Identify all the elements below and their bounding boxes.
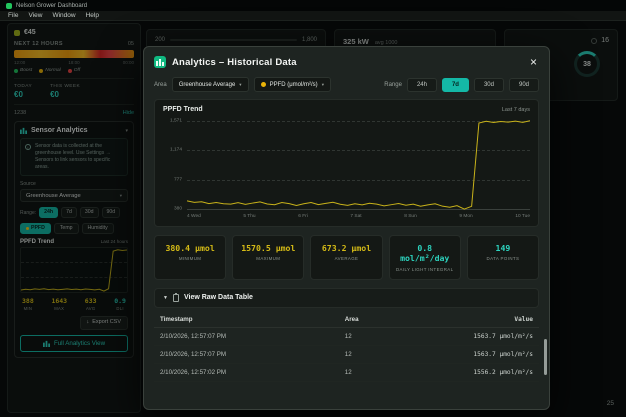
cell-timestamp: 2/10/2026, 12:57:02 PM bbox=[154, 363, 339, 382]
ppfd-line-series bbox=[187, 117, 530, 211]
y-tick: 1,571 bbox=[169, 118, 182, 124]
table-header-row: Timestamp Area Value bbox=[154, 310, 539, 328]
col-area: Area bbox=[338, 310, 436, 328]
chart-title: PPFD Trend bbox=[163, 106, 203, 113]
table-row: 2/10/2026, 12:57:07 PM 12 1563.7 μmol/m²… bbox=[154, 345, 539, 364]
range-30d-button[interactable]: 30d bbox=[473, 77, 504, 92]
range-label: Range bbox=[384, 81, 402, 88]
stat-maximum: 1570.5 μmol MAXIMUM bbox=[232, 235, 305, 280]
menu-window[interactable]: Window bbox=[52, 12, 75, 19]
area-label: Area bbox=[154, 81, 167, 88]
menu-file[interactable]: File bbox=[8, 12, 18, 19]
menu-view[interactable]: View bbox=[28, 12, 42, 19]
raw-data-toggle[interactable]: ▼ View Raw Data Table bbox=[154, 287, 539, 308]
cell-timestamp: 2/10/2026, 12:57:07 PM bbox=[154, 345, 339, 364]
chart-plot bbox=[187, 117, 530, 211]
range-24h-button[interactable]: 24h bbox=[406, 77, 437, 92]
y-tick: 777 bbox=[173, 177, 182, 183]
y-tick: 1,174 bbox=[169, 147, 182, 153]
ppfd-color-icon bbox=[260, 82, 266, 87]
x-tick: 10 Tue bbox=[515, 214, 530, 219]
x-axis-labels: 4 Wed 5 Thu 6 Fri 7 Sat 8 Sun 9 Mon 10 T… bbox=[187, 211, 530, 222]
table-row: 2/10/2026, 12:57:07 PM 12 1563.7 μmol/m²… bbox=[154, 327, 539, 346]
cell-area: 12 bbox=[338, 327, 436, 346]
area-select[interactable]: Greenhouse Average ▾ bbox=[171, 77, 249, 92]
stat-value: 673.2 μmol bbox=[321, 243, 372, 253]
range-90d-button[interactable]: 90d bbox=[508, 77, 539, 92]
col-timestamp: Timestamp bbox=[154, 310, 339, 328]
raw-data-title: View Raw Data Table bbox=[183, 294, 253, 302]
x-tick: 7 Sat bbox=[350, 214, 362, 219]
app-window: Nelson Grower Dashboard File View Window… bbox=[0, 0, 626, 417]
modal-title: Analytics – Historical Data bbox=[172, 56, 297, 68]
x-tick: 5 Thu bbox=[243, 214, 256, 219]
app-logo-icon bbox=[6, 2, 12, 9]
menu-help[interactable]: Help bbox=[86, 12, 99, 19]
metric-select-value: PPFD (μmol/m²/s) bbox=[269, 81, 318, 88]
x-tick: 6 Fri bbox=[298, 214, 308, 219]
modal-header: Analytics – Historical Data × bbox=[144, 47, 549, 75]
cell-area: 12 bbox=[338, 363, 436, 382]
cell-timestamp: 2/10/2026, 12:57:07 PM bbox=[154, 327, 339, 346]
stat-label: AVERAGE bbox=[334, 256, 359, 262]
y-axis-labels: 1,571 1,174 777 380 bbox=[163, 117, 187, 211]
stat-label: DATA POINTS bbox=[486, 256, 520, 262]
stat-label: MAXIMUM bbox=[256, 256, 281, 262]
x-tick: 4 Wed bbox=[187, 214, 201, 219]
chart-header: PPFD Trend Last 7 days bbox=[163, 106, 530, 113]
raw-data-table: Timestamp Area Value 2/10/2026, 12:57:07… bbox=[154, 310, 539, 382]
analytics-chart-icon bbox=[154, 56, 166, 68]
table-icon bbox=[172, 292, 179, 302]
stat-data-points: 149 DATA POINTS bbox=[466, 235, 540, 280]
window-titlebar: Nelson Grower Dashboard bbox=[0, 0, 626, 11]
ppfd-trend-panel: PPFD Trend Last 7 days 1,571 1,174 777 3… bbox=[154, 99, 539, 227]
stat-value: 149 bbox=[495, 243, 511, 253]
x-tick: 9 Mon bbox=[459, 214, 473, 219]
table-row: 2/10/2026, 12:57:02 PM 12 1556.2 μmol/m²… bbox=[154, 363, 539, 382]
raw-data-section: ▼ View Raw Data Table Timestamp Area Val… bbox=[154, 287, 539, 382]
cell-value: 1563.7 μmol/m²/s bbox=[435, 327, 539, 346]
range-7d-button[interactable]: 7d bbox=[441, 77, 469, 92]
stat-label: DAILY LIGHT INTEGRAL bbox=[395, 266, 454, 272]
cell-value: 1556.2 μmol/m²/s bbox=[435, 363, 539, 382]
chevron-down-icon: ▾ bbox=[321, 81, 324, 87]
stat-dli: 0.8 mol/m²/day DAILY LIGHT INTEGRAL bbox=[388, 235, 461, 280]
stat-average: 673.2 μmol AVERAGE bbox=[310, 235, 383, 280]
analytics-modal: Analytics – Historical Data × Area Green… bbox=[143, 46, 550, 410]
window-title: Nelson Grower Dashboard bbox=[16, 2, 88, 9]
close-button[interactable]: × bbox=[528, 56, 539, 68]
chart-area: 1,571 1,174 777 380 bbox=[163, 117, 530, 212]
x-tick: 8 Sun bbox=[404, 214, 417, 219]
col-value: Value bbox=[435, 310, 539, 328]
stat-value: 380.4 μmol bbox=[165, 243, 215, 253]
triangle-down-icon: ▼ bbox=[163, 294, 168, 301]
stats-cards-row: 380.4 μmol MINIMUM 1570.5 μmol MAXIMUM 6… bbox=[154, 235, 540, 280]
chart-subtitle: Last 7 days bbox=[501, 107, 530, 113]
stat-value: 1570.5 μmol bbox=[241, 243, 296, 253]
cell-area: 12 bbox=[338, 345, 436, 364]
cell-value: 1563.7 μmol/m²/s bbox=[435, 345, 539, 364]
chevron-down-icon: ▾ bbox=[239, 81, 242, 87]
metric-select[interactable]: PPFD (μmol/m²/s) ▾ bbox=[253, 77, 331, 92]
y-tick: 380 bbox=[173, 206, 182, 212]
stat-value: 0.8 mol/m²/day bbox=[400, 243, 450, 264]
modal-controls: Area Greenhouse Average ▾ PPFD (μmol/m²/… bbox=[144, 75, 549, 92]
modal-scrollbar[interactable] bbox=[544, 339, 547, 375]
stat-minimum: 380.4 μmol MINIMUM bbox=[154, 235, 227, 280]
stat-label: MINIMUM bbox=[178, 256, 202, 262]
area-select-value: Greenhouse Average bbox=[178, 81, 236, 88]
menu-bar: File View Window Help bbox=[0, 11, 626, 21]
